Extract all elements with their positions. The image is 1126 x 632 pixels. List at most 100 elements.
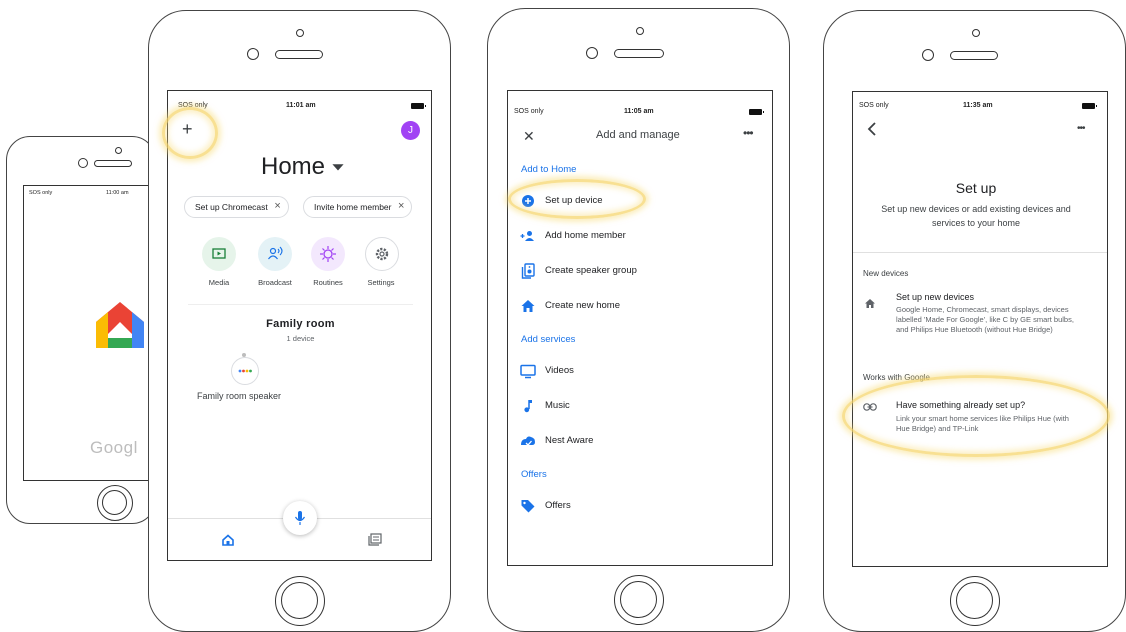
menu-label: Set up device — [545, 195, 603, 206]
avatar-letter: J — [408, 125, 413, 136]
home-icon — [865, 299, 875, 308]
brand-text: Googl — [90, 438, 138, 457]
add-circle-icon — [522, 195, 534, 207]
more-options-icon[interactable]: ••• — [1077, 123, 1085, 134]
close-icon[interactable]: × — [274, 200, 280, 212]
existing-setup-row[interactable]: Have something already set up? Link your… — [853, 397, 1107, 439]
divider — [188, 304, 413, 305]
settings-label: Settings — [367, 278, 395, 287]
status-time: 11:35 am — [963, 102, 993, 109]
nest-aware-icon — [521, 436, 535, 446]
section-add-to-home: Add to Home — [521, 164, 577, 175]
close-icon[interactable]: × — [398, 200, 404, 212]
tv-icon — [520, 364, 536, 379]
setup-screen: SOS only 11:35 am ••• Set up Set up new … — [852, 91, 1108, 567]
avatar[interactable]: J — [401, 121, 420, 140]
media-button[interactable] — [202, 237, 236, 271]
divider — [853, 252, 1107, 253]
status-carrier: SOS only — [29, 190, 53, 196]
home-button[interactable] — [614, 575, 664, 625]
home-button[interactable] — [950, 576, 1000, 626]
menu-create-speaker-group[interactable]: Create speaker group — [508, 261, 772, 281]
status-carrier: SOS only — [514, 108, 544, 115]
menu-label: Create new home — [545, 300, 620, 311]
menu-nest-aware[interactable]: Nest Aware — [508, 431, 772, 451]
chip-invite-member[interactable]: Invite home member × — [303, 196, 413, 218]
status-time: 11:05 am — [624, 108, 654, 115]
status-carrier: SOS only — [178, 102, 208, 109]
home-selector[interactable]: Home — [261, 153, 345, 181]
earpiece-speaker — [614, 49, 664, 58]
menu-set-up-device[interactable]: Set up device — [508, 191, 772, 211]
add-manage-screen: SOS only 11:05 am ✕ Add and manage ••• A… — [507, 90, 773, 566]
new-devices-description: Google Home, Chromecast, smart displays,… — [896, 305, 1074, 334]
close-icon[interactable]: ✕ — [523, 128, 535, 145]
section-add-services: Add services — [521, 334, 576, 345]
menu-label: Add home member — [545, 230, 626, 241]
menu-label: Music — [545, 400, 570, 411]
front-camera — [586, 47, 598, 59]
home-button[interactable] — [275, 576, 325, 626]
chip-label: Invite home member — [314, 202, 392, 212]
routines-button[interactable] — [311, 237, 345, 271]
proximity-sensor — [972, 29, 980, 37]
earpiece-speaker — [275, 50, 323, 59]
phone-1: SOS only 11:00 am Googl — [6, 136, 157, 524]
status-time: 11:01 am — [286, 102, 316, 109]
broadcast-button[interactable] — [258, 237, 292, 271]
back-arrow-icon[interactable] — [866, 122, 878, 136]
menu-music[interactable]: Music — [508, 396, 772, 416]
page-title: Home — [261, 153, 326, 180]
battery-icon — [749, 109, 764, 115]
front-camera — [78, 158, 88, 168]
page-subtitle: Set up new devices or add existing devic… — [881, 204, 1071, 228]
mic-button[interactable] — [283, 501, 317, 535]
feed-tab-icon[interactable] — [368, 533, 382, 546]
page-title: Add and manage — [596, 129, 680, 141]
menu-label: Nest Aware — [545, 435, 594, 446]
link-icon — [863, 403, 877, 411]
routines-icon — [320, 246, 336, 262]
speaker-indicator — [242, 353, 246, 357]
phone-3: SOS only 11:05 am ✕ Add and manage ••• A… — [487, 8, 790, 632]
room-name: Family room — [266, 318, 335, 330]
media-label: Media — [208, 278, 230, 287]
proximity-sensor — [296, 29, 304, 37]
settings-button[interactable] — [365, 237, 399, 271]
set-up-new-devices-row[interactable]: Set up new devices Google Home, Chromeca… — [853, 290, 1107, 352]
home-icon — [521, 300, 535, 312]
menu-create-new-home[interactable]: Create new home — [508, 296, 772, 316]
device-label[interactable]: Family room speaker — [197, 391, 281, 401]
speaker-group-icon — [521, 263, 535, 279]
battery-icon — [411, 103, 426, 109]
broadcast-icon — [268, 246, 283, 260]
google-home-logo-icon — [96, 302, 144, 348]
chip-label: Set up Chromecast — [195, 202, 268, 212]
proximity-sensor — [636, 27, 644, 35]
settings-icon — [375, 247, 389, 261]
page-title: Set up — [955, 180, 997, 196]
phone-1-screen: SOS only 11:00 am Googl — [23, 185, 157, 481]
battery-icon — [1082, 103, 1097, 109]
menu-offers[interactable]: Offers — [508, 496, 772, 516]
add-button[interactable]: + — [182, 119, 193, 140]
menu-label: Videos — [545, 365, 574, 376]
home-tab-icon[interactable] — [221, 534, 235, 546]
chip-setup-chromecast[interactable]: Set up Chromecast × — [184, 196, 289, 218]
status-carrier: SOS only — [859, 102, 889, 109]
phone-2: SOS only 11:01 am + J Home Set up Chrome… — [148, 10, 451, 632]
speaker-device[interactable] — [231, 357, 259, 385]
existing-description: Link your smart home services like Phili… — [896, 414, 1069, 433]
menu-add-home-member[interactable]: Add home member — [508, 226, 772, 246]
more-options-icon[interactable]: ••• — [743, 126, 754, 140]
front-camera — [922, 49, 934, 61]
mic-icon — [294, 511, 306, 525]
room-device-count: 1 device — [286, 334, 315, 343]
home-button[interactable] — [97, 485, 133, 521]
menu-label: Offers — [545, 500, 571, 511]
new-devices-header: New devices — [863, 269, 909, 278]
menu-videos[interactable]: Videos — [508, 361, 772, 381]
phone-4: SOS only 11:35 am ••• Set up Set up new … — [823, 10, 1126, 632]
music-note-icon — [524, 400, 532, 413]
broadcast-label: Broadcast — [258, 278, 292, 287]
